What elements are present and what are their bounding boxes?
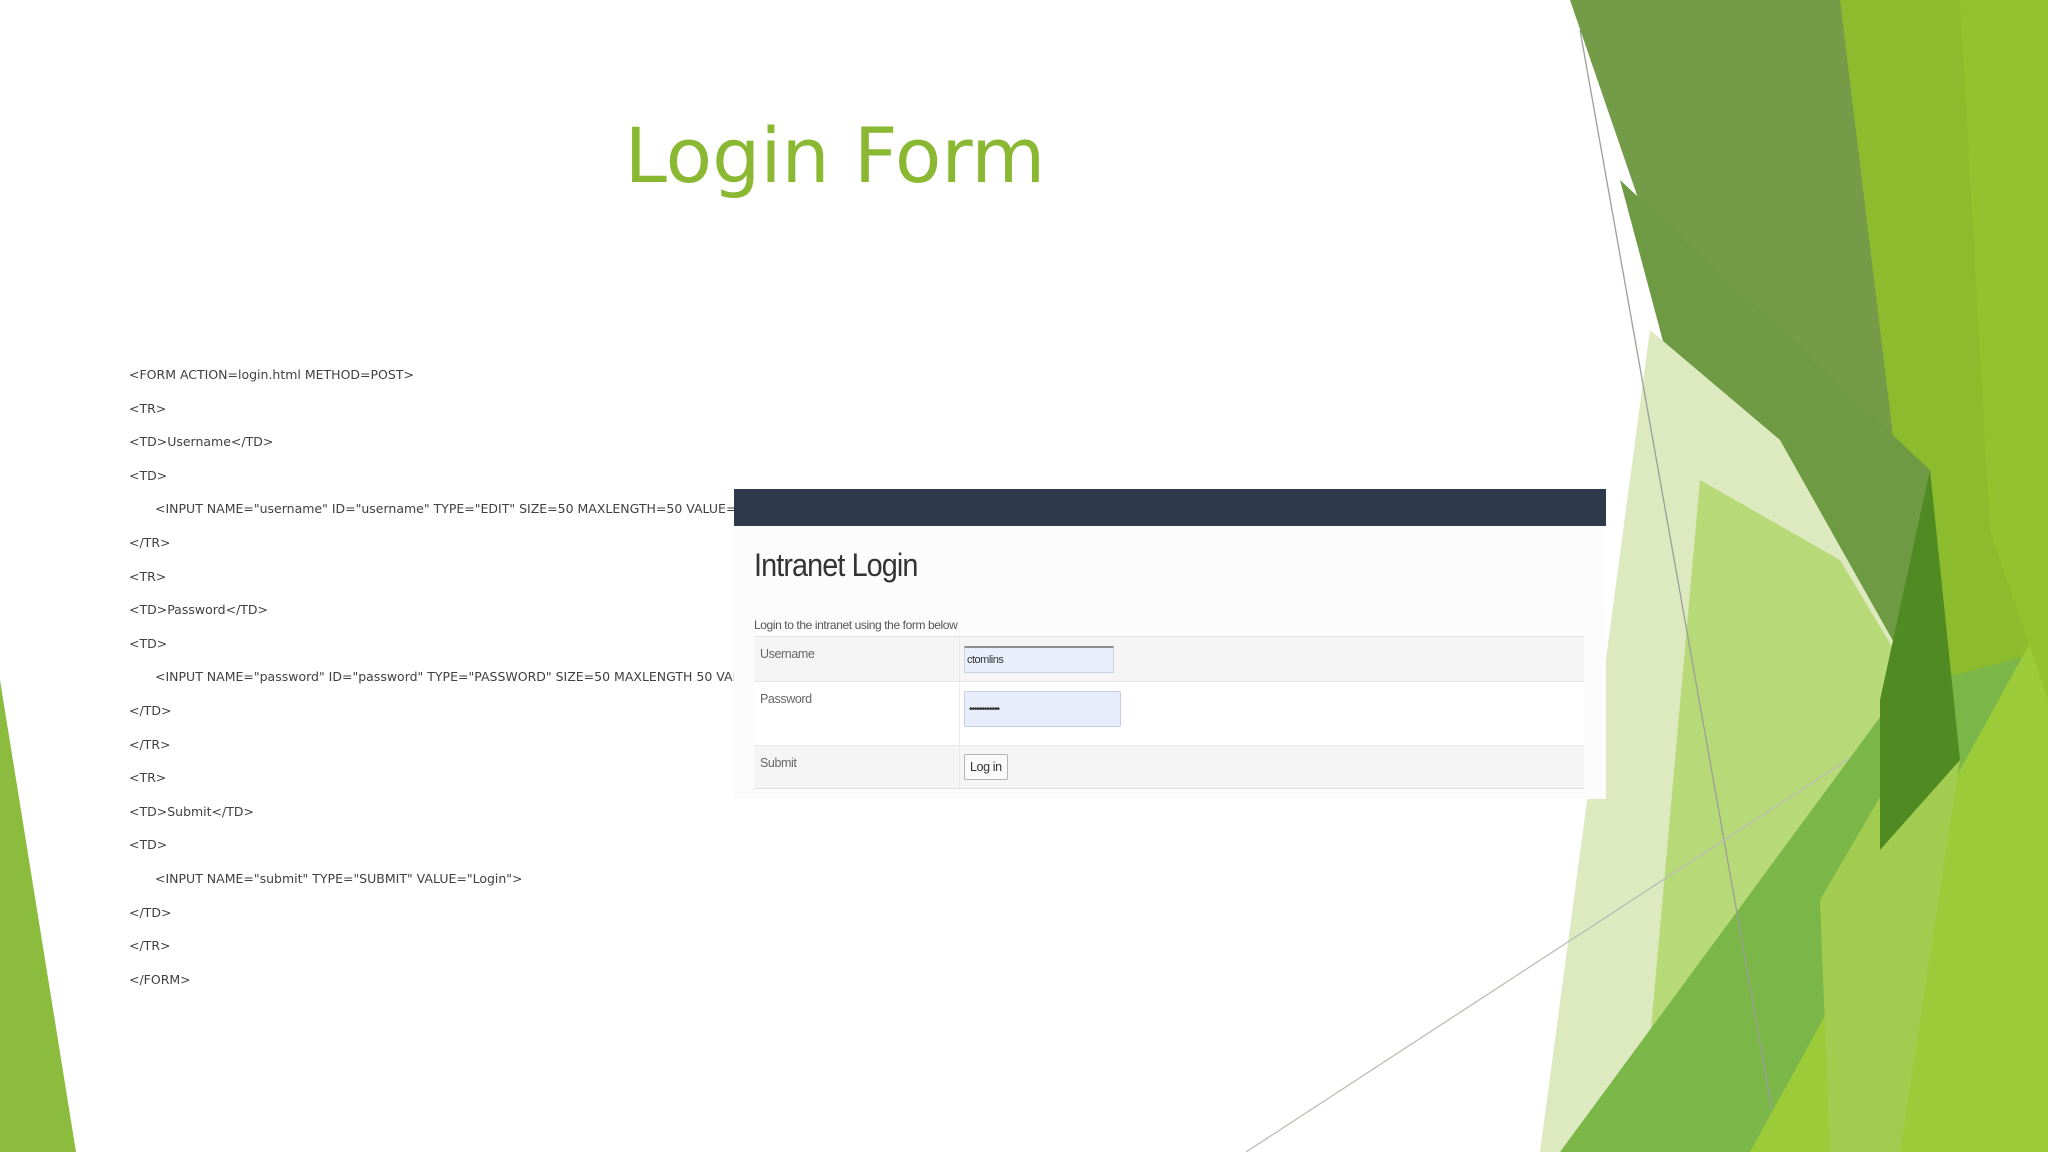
code-line: <INPUT NAME="username" ID="username" TYP… [155, 501, 801, 517]
code-line: </TD> [129, 904, 172, 920]
code-line: </FORM> [129, 971, 191, 987]
screenshot-top-bar [734, 489, 1606, 526]
username-row: Username [754, 637, 1584, 682]
submit-label: Submit [754, 746, 960, 788]
username-label: Username [754, 637, 960, 681]
code-line: </TD> [129, 702, 172, 718]
code-line: <TR> [129, 400, 167, 416]
facet-left [0, 680, 76, 1152]
code-line: <FORM ACTION=login.html METHOD=POST> [129, 367, 414, 382]
code-line: <TR> [129, 770, 167, 786]
screenshot-page-heading: Intranet Login [754, 547, 918, 583]
code-line: </TR> [129, 736, 171, 752]
password-row: Password [754, 682, 1584, 746]
code-line: <TD>Password</TD> [129, 602, 269, 618]
code-line: <TD> [129, 635, 168, 651]
code-line: <TD> [129, 467, 168, 483]
code-line: <TD>Submit</TD> [129, 803, 254, 819]
code-line: <INPUT NAME="password" ID="password" TYP… [155, 669, 789, 685]
submit-cell: Log in [960, 746, 1584, 788]
code-line: <TD> [129, 837, 168, 853]
slide-title: Login Form [624, 111, 1046, 200]
login-form-table: Username Password Submit Log in [754, 636, 1584, 789]
submit-row: Submit Log in [754, 746, 1584, 788]
code-line: <TR> [129, 568, 167, 584]
html-code-listing: <FORM ACTION=login.html METHOD=POST> <TR>… [129, 364, 801, 1002]
code-line: </TR> [129, 534, 171, 550]
login-button[interactable]: Log in [964, 754, 1008, 780]
code-line: <INPUT NAME="submit" TYPE="SUBMIT" VALUE… [155, 870, 523, 886]
code-line: <TD>Username</TD> [129, 434, 274, 450]
screenshot-intro-text: Login to the intranet using the form bel… [754, 618, 958, 632]
password-input[interactable] [964, 691, 1121, 727]
password-label: Password [754, 682, 960, 745]
username-cell [960, 637, 1584, 681]
password-cell [960, 682, 1584, 745]
code-line: </TR> [129, 938, 171, 954]
intranet-login-screenshot: Intranet Login Login to the intranet usi… [734, 489, 1606, 799]
username-input[interactable] [964, 646, 1114, 673]
